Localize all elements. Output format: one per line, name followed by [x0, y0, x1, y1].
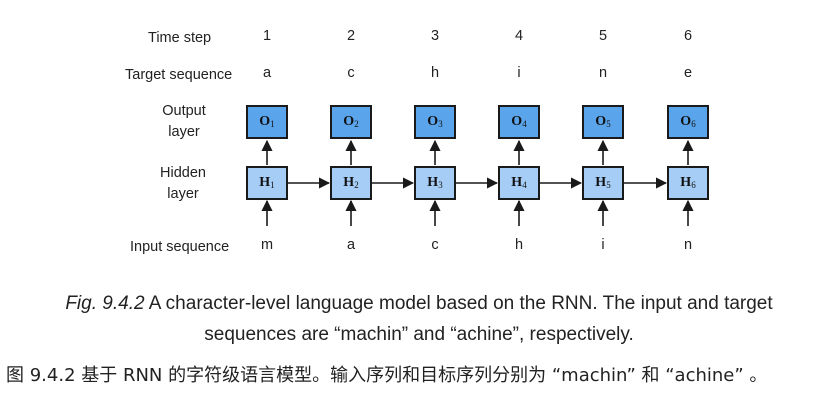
target-char: h	[430, 65, 440, 81]
input-char: a	[346, 237, 356, 253]
figure-label: Fig. 9.4.2	[65, 293, 145, 314]
output-node: O2	[330, 105, 372, 139]
target-char: n	[598, 65, 608, 81]
caption-line-1: Fig. 9.4.2 A character-level language mo…	[0, 288, 838, 319]
time-step-value: 1	[262, 28, 272, 44]
output-node: O1	[246, 105, 288, 139]
hidden-node: H1	[246, 166, 288, 200]
output-node: O6	[667, 105, 709, 139]
hidden-node: H3	[414, 166, 456, 200]
rnn-arrows	[261, 139, 694, 226]
input-char: c	[431, 237, 439, 253]
figure-caption-english: Fig. 9.4.2 A character-level language mo…	[0, 288, 838, 350]
caption-text-line2: sequences are “machin” and “achine”, res…	[204, 324, 634, 345]
target-char: a	[262, 65, 272, 81]
time-step-value: 5	[598, 28, 608, 44]
hidden-node: H6	[667, 166, 709, 200]
time-step-value: 2	[346, 28, 356, 44]
time-step-value: 3	[430, 28, 440, 44]
target-char: c	[347, 65, 355, 81]
target-char: e	[683, 65, 693, 81]
output-node: O3	[414, 105, 456, 139]
figure-caption-chinese: 图 9.4.2 基于 RNN 的字符级语言模型。输入序列和目标序列分别为 “ma…	[6, 365, 768, 386]
output-node: O5	[582, 105, 624, 139]
input-char: n	[683, 237, 693, 253]
input-char: i	[601, 237, 605, 253]
hidden-node: H4	[498, 166, 540, 200]
caption-text-line1: A character-level language model based o…	[144, 293, 773, 314]
output-node: O4	[498, 105, 540, 139]
time-step-value: 6	[683, 28, 693, 44]
input-char: m	[260, 237, 274, 253]
hidden-node: H2	[330, 166, 372, 200]
time-step-value: 4	[514, 28, 524, 44]
hidden-node: H5	[582, 166, 624, 200]
target-char: i	[517, 65, 521, 81]
input-char: h	[514, 237, 524, 253]
